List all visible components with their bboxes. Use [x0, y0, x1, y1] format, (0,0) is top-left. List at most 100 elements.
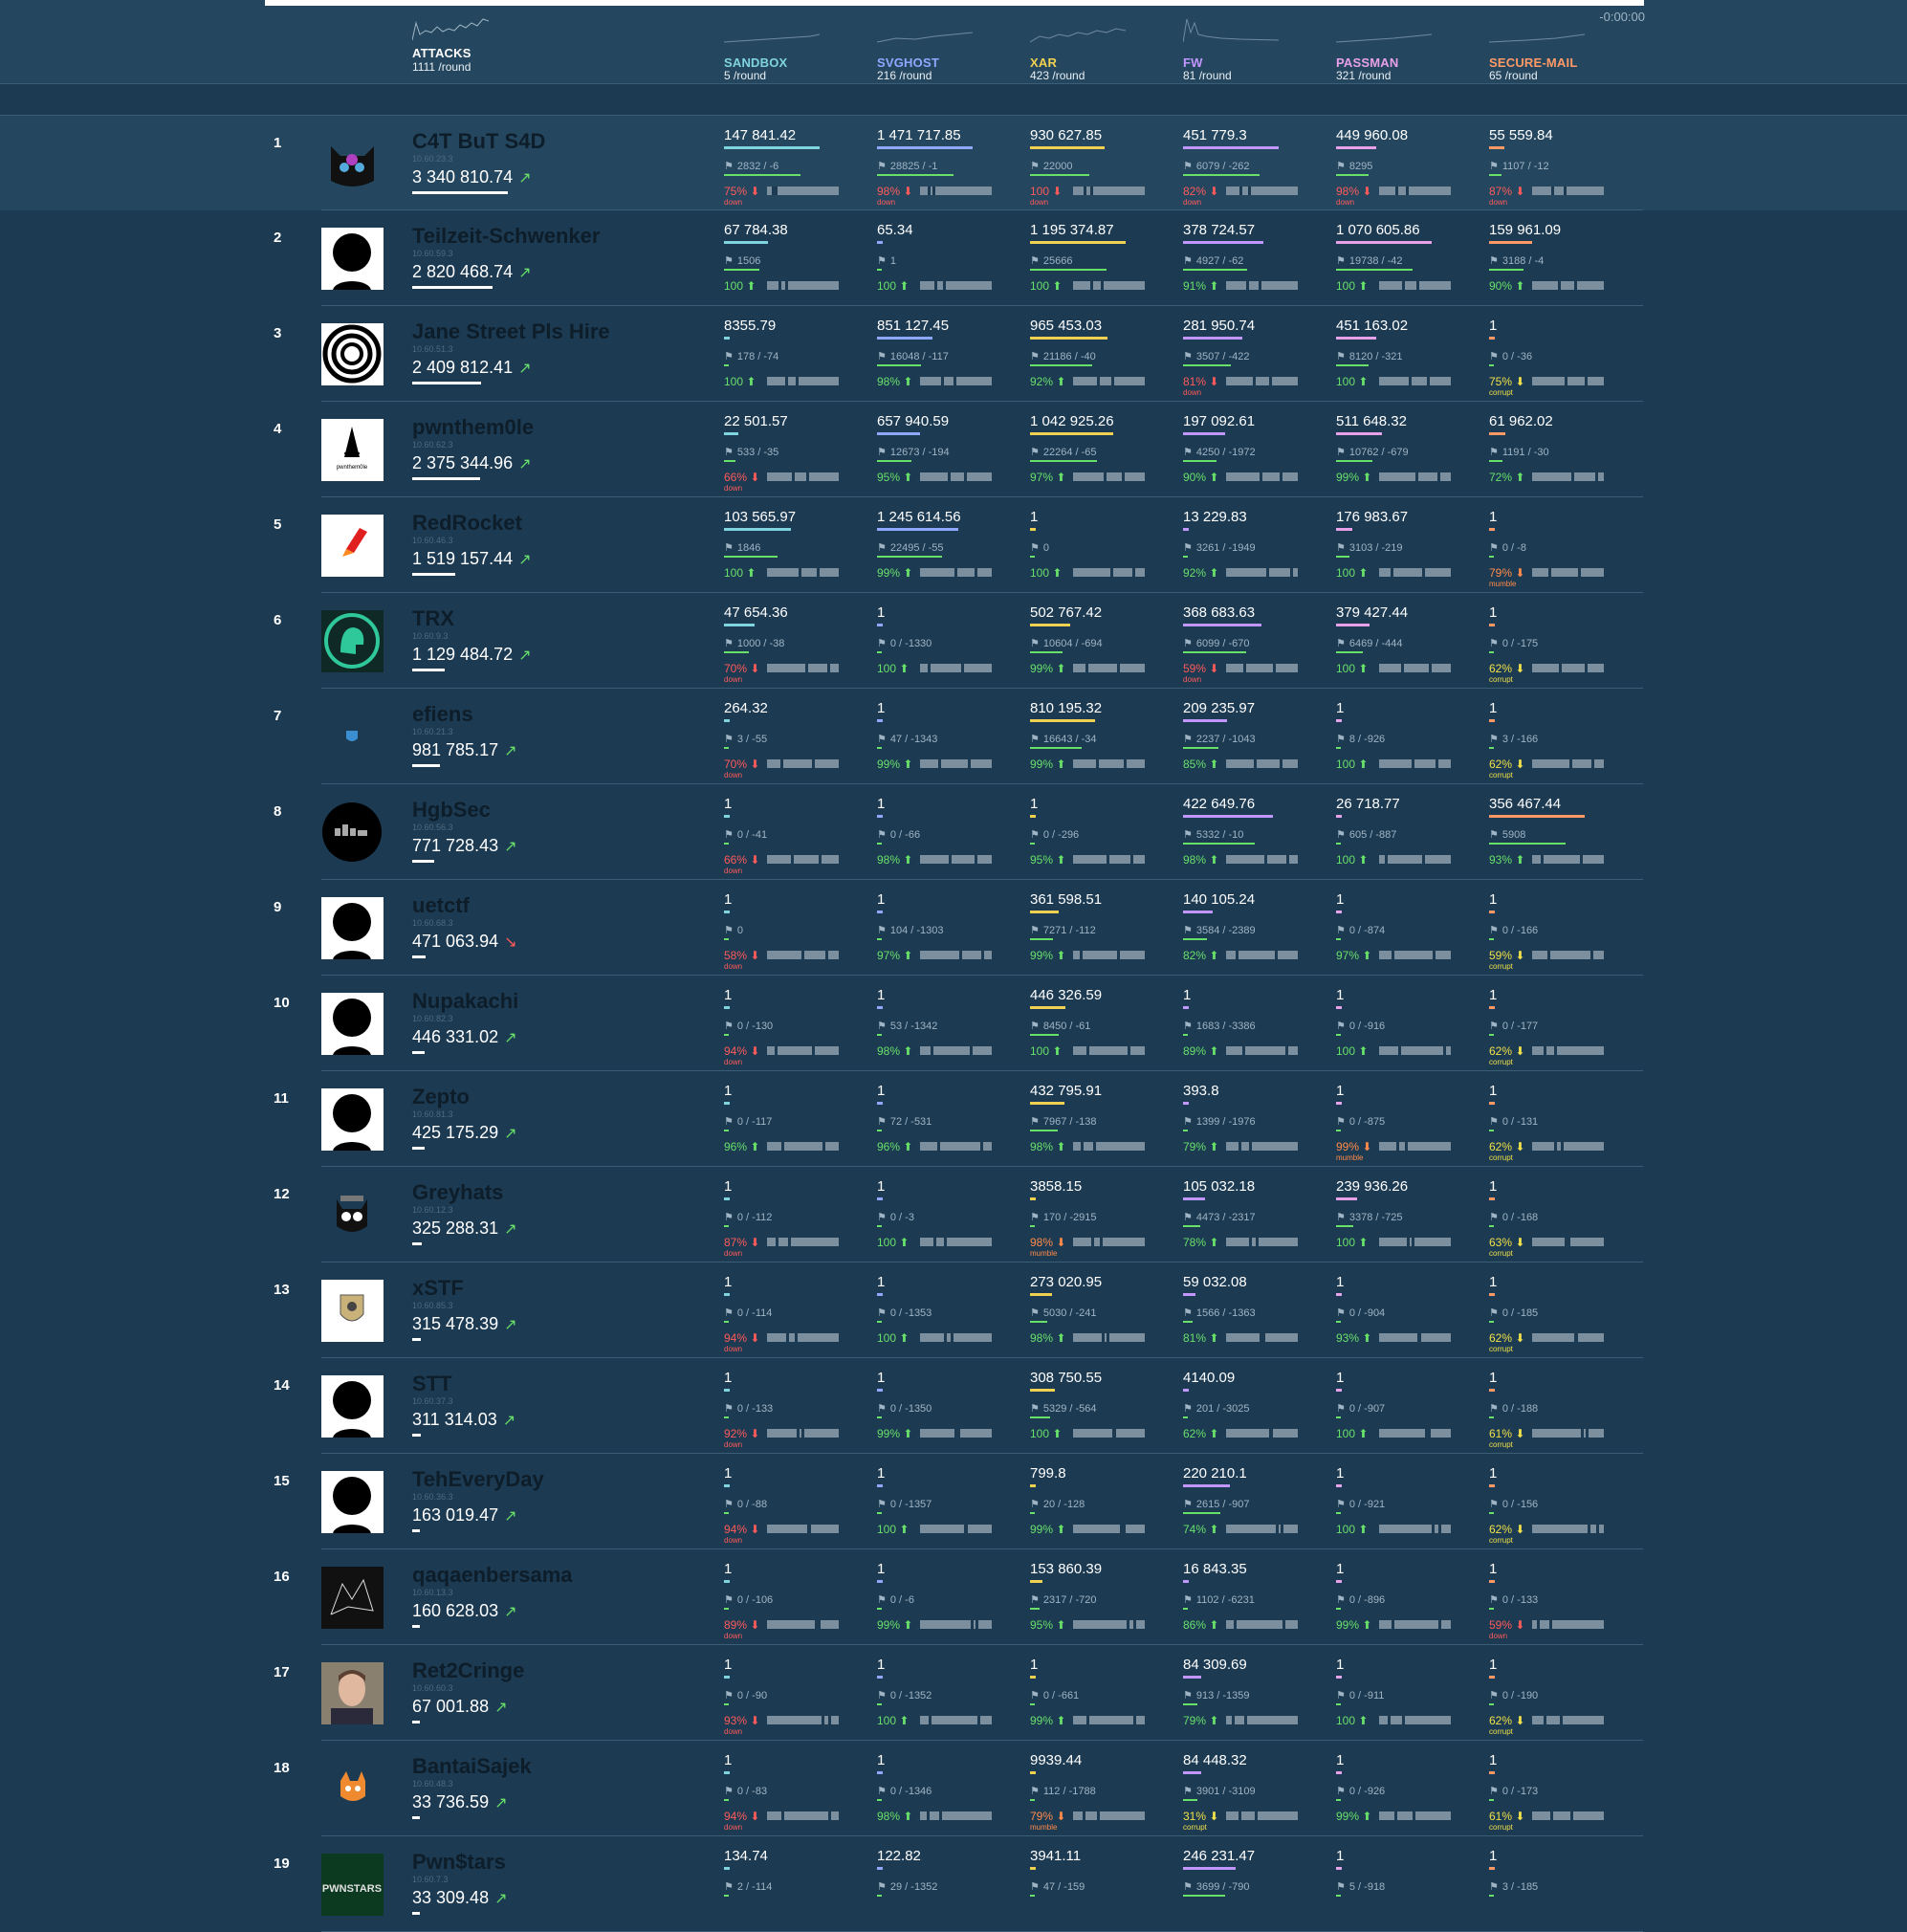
- service-cell-sandbox[interactable]: 1 ⚑ 0 / -130 94% ⬇ down: [724, 987, 867, 1069]
- service-cell-secure-mail[interactable]: 1 ⚑ 0 / -8 79% ⬇ mumble: [1489, 509, 1633, 591]
- service-cell-xar[interactable]: 308 750.55 ⚑ 5329 / -564 100 ⬆: [1030, 1370, 1173, 1452]
- service-cell-sandbox[interactable]: 103 565.97 ⚑ 1846 100 ⬆: [724, 509, 867, 591]
- service-cell-sandbox[interactable]: 1 ⚑ 0 / -112 87% ⬇ down: [724, 1178, 867, 1261]
- service-cell-svghost[interactable]: 1 ⚑ 0 / -66 98% ⬆: [877, 796, 1020, 878]
- service-cell-secure-mail[interactable]: 1 ⚑ 0 / -188 61% ⬇ corrupt: [1489, 1370, 1633, 1452]
- team-name[interactable]: STT: [412, 1372, 452, 1396]
- team-name[interactable]: Jane Street Pls Hire: [412, 319, 610, 344]
- service-cell-sandbox[interactable]: 1 ⚑ 0 / -117 96% ⬆: [724, 1083, 867, 1165]
- service-cell-fw[interactable]: 246 231.47 ⚑ 3699 / -790: [1183, 1848, 1326, 1930]
- service-cell-xar[interactable]: 273 020.95 ⚑ 5030 / -241 98% ⬆: [1030, 1274, 1173, 1356]
- service-cell-passman[interactable]: 1 ⚑ 0 / -875 99% ⬇ mumble: [1336, 1083, 1480, 1165]
- service-cell-svghost[interactable]: 1 ⚑ 0 / -6 99% ⬆: [877, 1561, 1020, 1643]
- service-cell-svghost[interactable]: 1 ⚑ 0 / -1346 98% ⬆: [877, 1752, 1020, 1834]
- team-row[interactable]: 17 Ret2Cringe 10.60.60.3 67 001.88 ↗ 1 ⚑ 0 / -9…: [0, 1645, 1907, 1741]
- service-cell-svghost[interactable]: 1 ⚑ 53 / -1342 98% ⬆: [877, 987, 1020, 1069]
- service-cell-xar[interactable]: 965 453.03 ⚑ 21186 / -40 92% ⬆: [1030, 318, 1173, 400]
- service-cell-fw[interactable]: 105 032.18 ⚑ 4473 / -2317 78% ⬆: [1183, 1178, 1326, 1261]
- service-cell-svghost[interactable]: 1 ⚑ 0 / -1330 100 ⬆: [877, 604, 1020, 687]
- service-cell-fw[interactable]: 378 724.57 ⚑ 4927 / -62 91% ⬆: [1183, 222, 1326, 304]
- service-cell-secure-mail[interactable]: 1 ⚑ 0 / -175 62% ⬇ corrupt: [1489, 604, 1633, 687]
- service-cell-sandbox[interactable]: 1 ⚑ 0 / -41 66% ⬇ down: [724, 796, 867, 878]
- service-cell-sandbox[interactable]: 134.74 ⚑ 2 / -114: [724, 1848, 867, 1930]
- team-row[interactable]: 3 Jane Street Pls Hire 10.60.51.3 2 409 812…: [0, 306, 1907, 402]
- service-cell-passman[interactable]: 1 070 605.86 ⚑ 19738 / -42 100 ⬆: [1336, 222, 1480, 304]
- service-cell-sandbox[interactable]: 22 501.57 ⚑ 533 / -35 66% ⬇ down: [724, 413, 867, 495]
- service-cell-svghost[interactable]: 1 471 717.85 ⚑ 28825 / -1 98% ⬇ down: [877, 127, 1020, 209]
- service-cell-sandbox[interactable]: 67 784.38 ⚑ 1506 100 ⬆: [724, 222, 867, 304]
- service-cell-fw[interactable]: 4140.09 ⚑ 201 / -3025 62% ⬆: [1183, 1370, 1326, 1452]
- service-cell-xar[interactable]: 1 ⚑ 0 / -296 95% ⬆: [1030, 796, 1173, 878]
- service-cell-xar[interactable]: 810 195.32 ⚑ 16643 / -34 99% ⬆: [1030, 700, 1173, 782]
- service-cell-svghost[interactable]: 657 940.59 ⚑ 12673 / -194 95% ⬆: [877, 413, 1020, 495]
- service-cell-fw[interactable]: 84 448.32 ⚑ 3901 / -3109 31% ⬇ corrupt: [1183, 1752, 1326, 1834]
- service-cell-fw[interactable]: 84 309.69 ⚑ 913 / -1359 79% ⬆: [1183, 1657, 1326, 1739]
- service-cell-fw[interactable]: 451 779.3 ⚑ 6079 / -262 82% ⬇ down: [1183, 127, 1326, 209]
- team-row[interactable]: 19 PWNSTARS Pwn$tars 10.60.7.3 33 309.48 ↗ 134…: [0, 1836, 1907, 1932]
- team-name[interactable]: C4T BuT S4D: [412, 129, 545, 154]
- service-cell-xar[interactable]: 502 767.42 ⚑ 10604 / -694 99% ⬆: [1030, 604, 1173, 687]
- team-row[interactable]: 5 RedRocket 10.60.46.3 1 519 157.44 ↗ 103 565…: [0, 497, 1907, 593]
- service-cell-fw[interactable]: 393.8 ⚑ 1399 / -1976 79% ⬆: [1183, 1083, 1326, 1165]
- team-name[interactable]: Pwn$tars: [412, 1850, 506, 1875]
- team-row[interactable]: 15 TehEveryDay 10.60.36.3 163 019.47 ↗ 1 ⚑ 0 / …: [0, 1454, 1907, 1549]
- service-cell-passman[interactable]: 1 ⚑ 0 / -921 100 ⬆: [1336, 1465, 1480, 1548]
- service-cell-svghost[interactable]: 1 245 614.56 ⚑ 22495 / -55 99% ⬆: [877, 509, 1020, 591]
- service-cell-passman[interactable]: 1 ⚑ 5 / -918: [1336, 1848, 1480, 1930]
- team-name[interactable]: Teilzeit-Schwenker: [412, 224, 600, 249]
- team-name[interactable]: Ret2Cringe: [412, 1658, 524, 1683]
- team-row[interactable]: 1 C4T BuT S4D 10.60.23.3 3 340 810.74 ↗ 147 8…: [0, 115, 1907, 210]
- service-cell-fw[interactable]: 368 683.63 ⚑ 6099 / -670 59% ⬇ down: [1183, 604, 1326, 687]
- service-cell-secure-mail[interactable]: 55 559.84 ⚑ 1107 / -12 87% ⬇ down: [1489, 127, 1633, 209]
- team-row[interactable]: 11 Zepto 10.60.81.3 425 175.29 ↗ 1 ⚑ 0 / -117 96…: [0, 1071, 1907, 1167]
- service-cell-xar[interactable]: 930 627.85 ⚑ 22000 100 ⬇ down: [1030, 127, 1173, 209]
- team-name[interactable]: Zepto: [412, 1085, 470, 1109]
- service-cell-sandbox[interactable]: 1 ⚑ 0 / -90 93% ⬇ down: [724, 1657, 867, 1739]
- team-row[interactable]: 4 < > pwnthem0le pwnthem0le 10.60.62.3 2 375 …: [0, 402, 1907, 497]
- service-cell-xar[interactable]: 1 ⚑ 0 100 ⬆: [1030, 509, 1173, 591]
- service-cell-secure-mail[interactable]: 1 ⚑ 0 / -166 59% ⬇ corrupt: [1489, 891, 1633, 974]
- service-cell-passman[interactable]: 1 ⚑ 0 / -904 93% ⬆: [1336, 1274, 1480, 1356]
- service-cell-xar[interactable]: 9939.44 ⚑ 112 / -1788 79% ⬇ mumble: [1030, 1752, 1173, 1834]
- service-cell-sandbox[interactable]: 8355.79 ⚑ 178 / -74 100 ⬆: [724, 318, 867, 400]
- service-cell-svghost[interactable]: 1 ⚑ 0 / -1350 99% ⬆: [877, 1370, 1020, 1452]
- service-cell-secure-mail[interactable]: 1 ⚑ 3 / -185: [1489, 1848, 1633, 1930]
- service-cell-svghost[interactable]: 1 ⚑ 0 / -1352 100 ⬆: [877, 1657, 1020, 1739]
- service-cell-passman[interactable]: 451 163.02 ⚑ 8120 / -321 100 ⬆: [1336, 318, 1480, 400]
- team-row[interactable]: 13 xSTF 10.60.85.3 315 478.39 ↗ 1 ⚑ 0 / -114 94%…: [0, 1262, 1907, 1358]
- team-name[interactable]: TRX: [412, 606, 454, 631]
- team-name[interactable]: HgbSec: [412, 798, 491, 823]
- service-cell-fw[interactable]: 197 092.61 ⚑ 4250 / -1972 90% ⬆: [1183, 413, 1326, 495]
- team-row[interactable]: 16 qaqaenbersama 10.60.13.3 160 628.03 ↗ 1 ⚑ 0 …: [0, 1549, 1907, 1645]
- service-cell-fw[interactable]: 16 843.35 ⚑ 1102 / -6231 86% ⬆: [1183, 1561, 1326, 1643]
- service-cell-secure-mail[interactable]: 1 ⚑ 0 / -168 63% ⬇ corrupt: [1489, 1178, 1633, 1261]
- team-row[interactable]: 18 BantaiSajek 10.60.48.3 33 736.59 ↗ 1 ⚑ 0 / -…: [0, 1741, 1907, 1836]
- service-cell-xar[interactable]: 1 195 374.87 ⚑ 25666 100 ⬆: [1030, 222, 1173, 304]
- team-name[interactable]: efiens: [412, 702, 473, 727]
- team-row[interactable]: 14 STT 10.60.37.3 311 314.03 ↗ 1 ⚑ 0 / -133 92% …: [0, 1358, 1907, 1454]
- service-cell-passman[interactable]: 1 ⚑ 0 / -916 100 ⬆: [1336, 987, 1480, 1069]
- service-cell-passman[interactable]: 26 718.77 ⚑ 605 / -887 100 ⬆: [1336, 796, 1480, 878]
- team-row[interactable]: 12 Greyhats 10.60.12.3 325 288.31 ↗ 1 ⚑ 0 / -11…: [0, 1167, 1907, 1262]
- service-cell-svghost[interactable]: 1 ⚑ 0 / -1353 100 ⬆: [877, 1274, 1020, 1356]
- team-row[interactable]: 9 uetctf 10.60.68.3 471 063.94 ↘ 1 ⚑ 0 58% ⬇ down…: [0, 880, 1907, 976]
- service-cell-passman[interactable]: 1 ⚑ 8 / -926 100 ⬆: [1336, 700, 1480, 782]
- service-cell-xar[interactable]: 153 860.39 ⚑ 2317 / -720 95% ⬆: [1030, 1561, 1173, 1643]
- team-name[interactable]: Greyhats: [412, 1180, 503, 1205]
- service-cell-svghost[interactable]: 1 ⚑ 0 / -1357 100 ⬆: [877, 1465, 1020, 1548]
- service-cell-passman[interactable]: 449 960.08 ⚑ 8295 98% ⬇ down: [1336, 127, 1480, 209]
- service-cell-xar[interactable]: 432 795.91 ⚑ 7967 / -138 98% ⬆: [1030, 1083, 1173, 1165]
- service-cell-fw[interactable]: 59 032.08 ⚑ 1566 / -1363 81% ⬆: [1183, 1274, 1326, 1356]
- service-cell-sandbox[interactable]: 1 ⚑ 0 / -114 94% ⬇ down: [724, 1274, 867, 1356]
- team-name[interactable]: TehEveryDay: [412, 1467, 544, 1492]
- service-cell-fw[interactable]: 13 229.83 ⚑ 3261 / -1949 92% ⬆: [1183, 509, 1326, 591]
- service-cell-secure-mail[interactable]: 1 ⚑ 0 / -156 62% ⬇ corrupt: [1489, 1465, 1633, 1548]
- service-cell-sandbox[interactable]: 264.32 ⚑ 3 / -55 70% ⬇ down: [724, 700, 867, 782]
- service-cell-secure-mail[interactable]: 356 467.44 ⚑ 5908 93% ⬆: [1489, 796, 1633, 878]
- team-row[interactable]: 10 Nupakachi 10.60.82.3 446 331.02 ↗ 1 ⚑ 0 / -1…: [0, 976, 1907, 1071]
- team-row[interactable]: 2 Teilzeit-Schwenker 10.60.59.3 2 820 468.7…: [0, 210, 1907, 306]
- service-cell-fw[interactable]: 209 235.97 ⚑ 2237 / -1043 85% ⬆: [1183, 700, 1326, 782]
- team-row[interactable]: 6 TRX 10.60.9.3 1 129 484.72 ↗ 47 654.36 ⚑ 1000…: [0, 593, 1907, 689]
- service-cell-xar[interactable]: 1 042 925.26 ⚑ 22264 / -65 97% ⬆: [1030, 413, 1173, 495]
- service-cell-secure-mail[interactable]: 1 ⚑ 0 / -190 62% ⬇ corrupt: [1489, 1657, 1633, 1739]
